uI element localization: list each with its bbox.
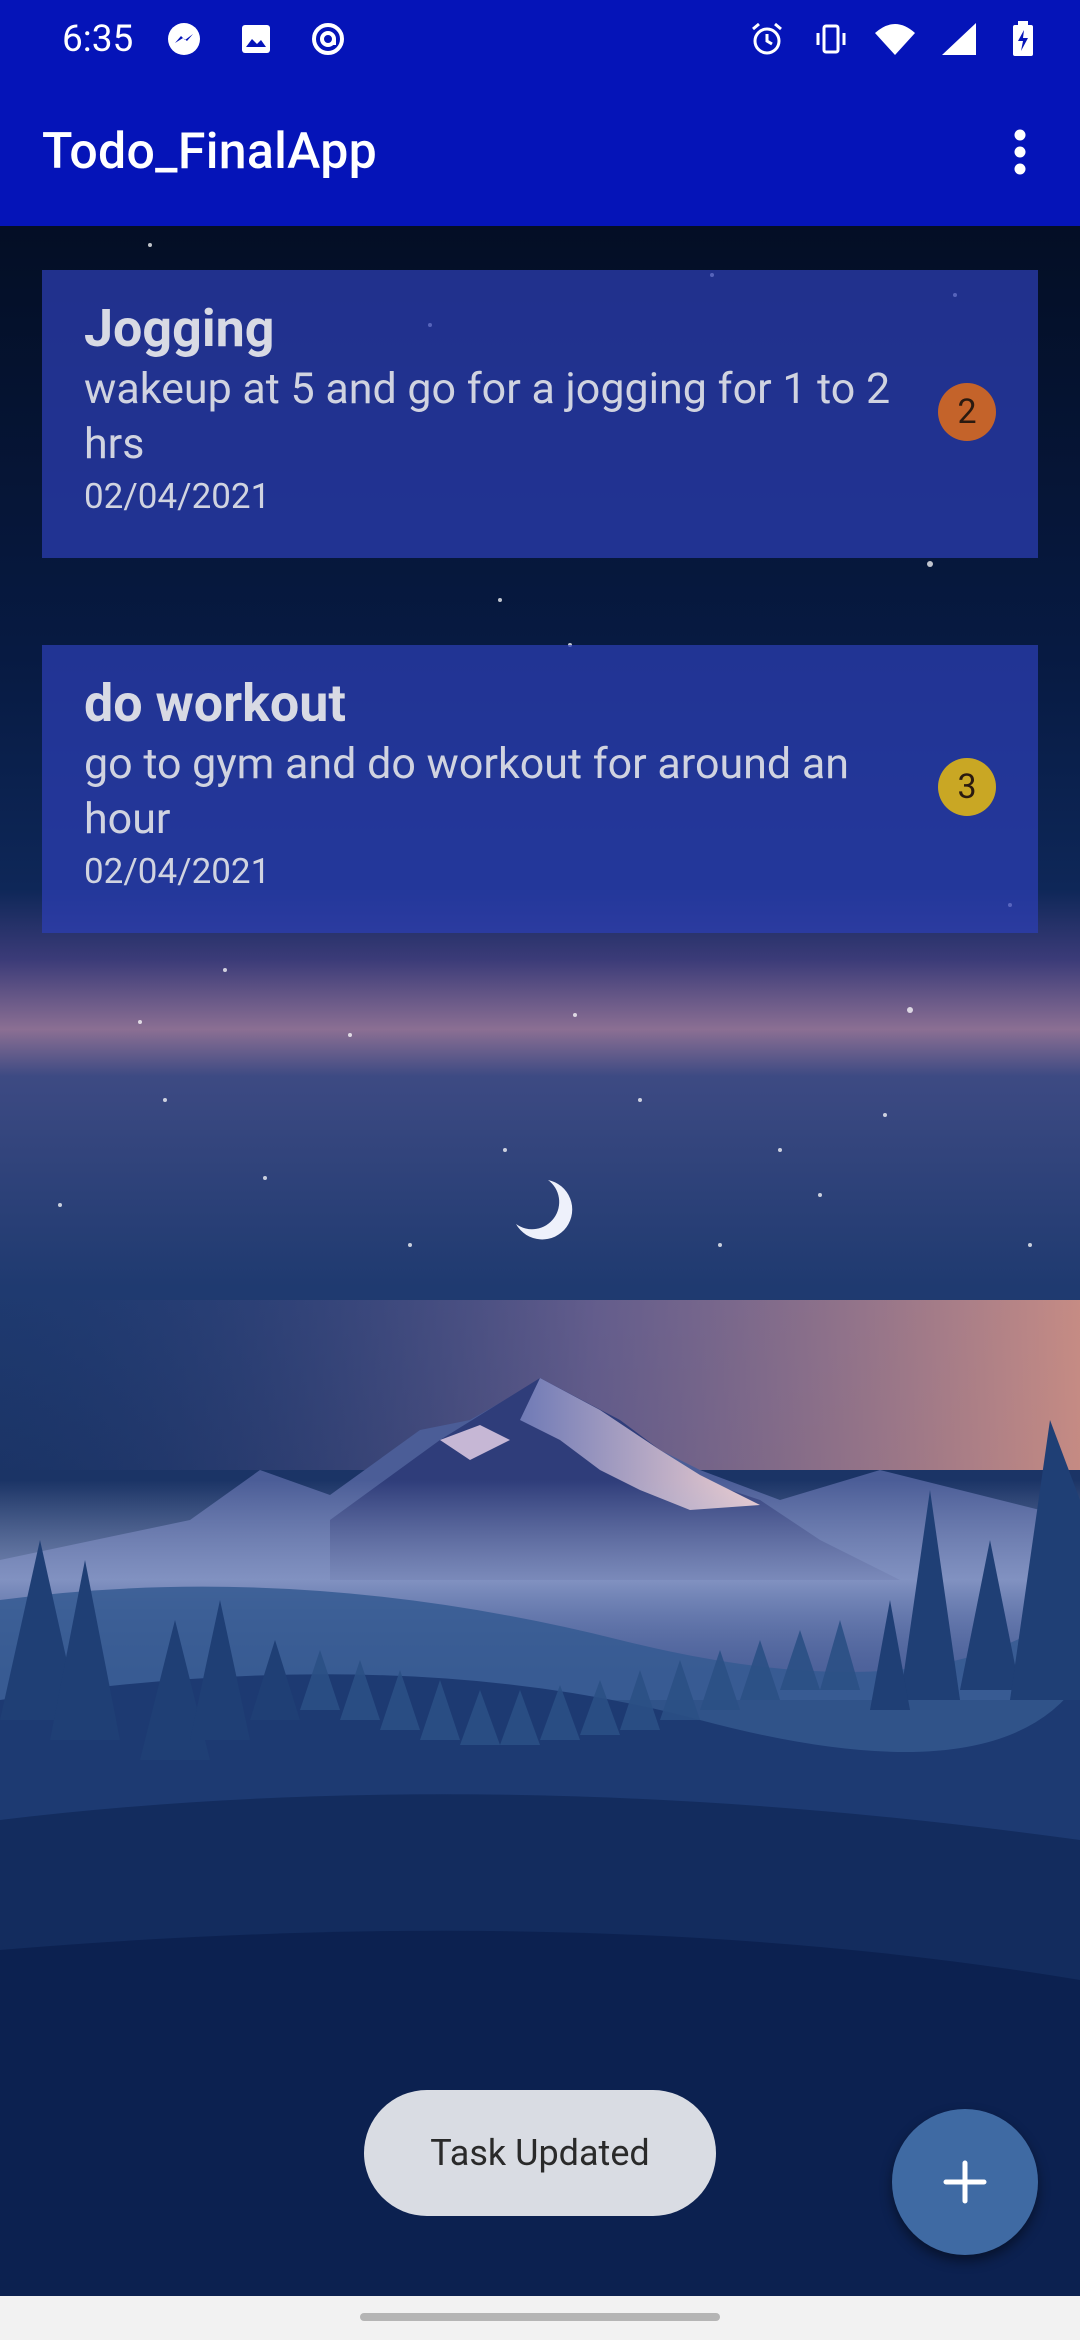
navigation-bar (0, 2296, 1080, 2340)
add-task-button[interactable] (892, 2109, 1038, 2255)
app-title: Todo_FinalApp (42, 123, 378, 181)
wifi-icon (874, 18, 916, 60)
vibrate-icon (810, 18, 852, 60)
priority-badge: 2 (938, 383, 996, 441)
task-title: Jogging (84, 298, 275, 359)
alarm-icon (746, 18, 788, 60)
task-date: 02/04/2021 (84, 851, 271, 892)
more-vert-icon (1014, 129, 1026, 175)
messenger-icon (163, 18, 205, 60)
task-card[interactable]: do workout go to gym and do workout for … (42, 645, 1038, 933)
home-gesture-handle[interactable] (360, 2313, 720, 2321)
image-icon (235, 18, 277, 60)
priority-badge: 3 (938, 758, 996, 816)
toast-message: Task Updated (364, 2090, 716, 2216)
signal-icon (938, 18, 980, 60)
task-description: wakeup at 5 and go for a jogging for 1 t… (84, 364, 891, 469)
task-card[interactable]: Jogging wakeup at 5 and go for a jogging… (42, 270, 1038, 558)
at-sign-icon (307, 18, 349, 60)
battery-charging-icon (1002, 18, 1044, 60)
overflow-menu-button[interactable] (990, 107, 1050, 197)
task-date: 02/04/2021 (84, 476, 271, 517)
system-status-icons (746, 18, 1044, 60)
task-description: go to gym and do workout for around an h… (84, 739, 849, 844)
notification-icons (163, 18, 349, 60)
status-bar: 6:35 (0, 0, 1080, 78)
status-time: 6:35 (62, 17, 134, 61)
plus-icon (943, 2160, 987, 2204)
app-bar: Todo_FinalApp (0, 78, 1080, 226)
task-title: do workout (84, 673, 346, 734)
